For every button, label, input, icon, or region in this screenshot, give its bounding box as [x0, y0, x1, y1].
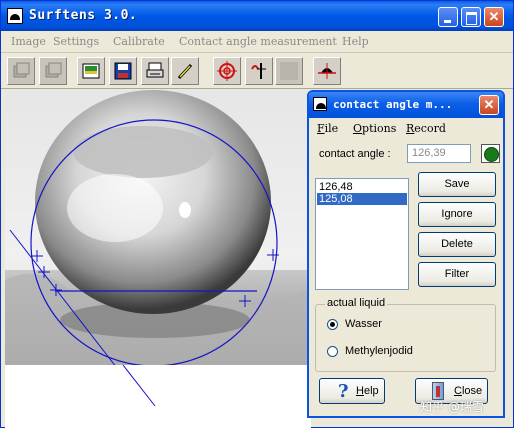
contact-angle-dialog: contact angle m... ✕ File Options Record… — [307, 90, 505, 418]
menu-bar: Image Settings Calibrate Contact angle m… — [1, 31, 513, 53]
radio-methylenjodid-label[interactable]: Methylenjodid — [345, 345, 413, 357]
image-margin — [5, 364, 311, 428]
app-icon — [7, 8, 23, 24]
maximize-button[interactable] — [461, 7, 481, 27]
dialog-close-x-button[interactable]: ✕ — [479, 95, 499, 115]
tangent-icon — [251, 63, 266, 79]
contact-angle-label: contact angle : — [319, 148, 391, 160]
close-button-label: Close — [454, 385, 483, 397]
save-image-button[interactable] — [109, 57, 137, 85]
dialog-menu-options[interactable]: Options — [353, 122, 396, 135]
liquid-group — [315, 304, 496, 372]
contact-angle-value: 126,39 — [407, 144, 471, 163]
toolbar — [1, 53, 513, 89]
menu-help[interactable]: Help — [342, 35, 369, 48]
list-item-selected[interactable]: 125,08 — [317, 193, 407, 205]
radio-wasser[interactable] — [327, 319, 338, 330]
watermark: 知乎 @瑞雪 — [420, 400, 484, 414]
window-title: Surftens 3.0. — [29, 8, 138, 23]
dialog-app-icon — [313, 97, 327, 111]
tangent-button[interactable] — [245, 57, 273, 85]
dialog-menu-file[interactable]: File — [317, 122, 338, 135]
snapshot-icon — [45, 62, 62, 78]
title-bar[interactable]: Surftens 3.0. ✕ — [1, 1, 513, 31]
save-button[interactable]: Save — [418, 172, 496, 197]
blank-button[interactable] — [275, 57, 303, 85]
question-mark-icon: ? — [338, 381, 349, 402]
ignore-button[interactable]: Ignore — [418, 202, 496, 227]
save-image-icon — [114, 62, 132, 80]
minimize-button[interactable] — [438, 7, 458, 27]
grab-button[interactable] — [7, 57, 35, 85]
help-button-label: Help — [356, 385, 379, 397]
crosshair-target-button[interactable] — [213, 57, 241, 85]
list-item[interactable]: 126,48 — [317, 181, 407, 193]
menu-contact-angle-measurement[interactable]: Contact angle measurement — [179, 35, 337, 48]
drop-profile-icon — [318, 63, 336, 79]
snapshot-button[interactable] — [39, 57, 67, 85]
crosshair-target-icon — [217, 61, 237, 81]
status-indicator-icon — [481, 144, 500, 163]
dialog-menu-bar: File Options Record — [309, 120, 503, 138]
pen-button[interactable] — [171, 57, 199, 85]
help-button[interactable]: ? Help — [319, 378, 385, 404]
drop-profile-button[interactable] — [313, 57, 341, 85]
print-button[interactable] — [141, 57, 169, 85]
radio-wasser-label[interactable]: Wasser — [345, 318, 382, 330]
print-icon — [146, 62, 164, 78]
liquid-group-label: actual liquid — [325, 297, 388, 309]
dialog-title: contact angle m... — [333, 98, 453, 111]
dialog-title-bar[interactable]: contact angle m... ✕ — [309, 92, 503, 118]
open-image-icon — [82, 63, 100, 79]
droplet-image-area[interactable] — [5, 90, 311, 365]
measurement-list[interactable]: 126,48 125,08 — [315, 178, 409, 290]
menu-calibrate[interactable]: Calibrate — [113, 35, 165, 48]
delete-button[interactable]: Delete — [418, 232, 496, 257]
droplet-image — [5, 90, 311, 365]
pen-icon — [177, 63, 193, 80]
open-image-button[interactable] — [77, 57, 105, 85]
menu-settings[interactable]: Settings — [53, 35, 99, 48]
filter-button[interactable]: Filter — [418, 262, 496, 287]
close-window-button[interactable]: ✕ — [484, 7, 504, 27]
dialog-menu-record[interactable]: Record — [406, 122, 446, 135]
radio-methylenjodid[interactable] — [327, 346, 338, 357]
menu-image[interactable]: Image — [11, 35, 46, 48]
grab-icon — [13, 62, 30, 78]
blank-icon — [280, 62, 298, 80]
